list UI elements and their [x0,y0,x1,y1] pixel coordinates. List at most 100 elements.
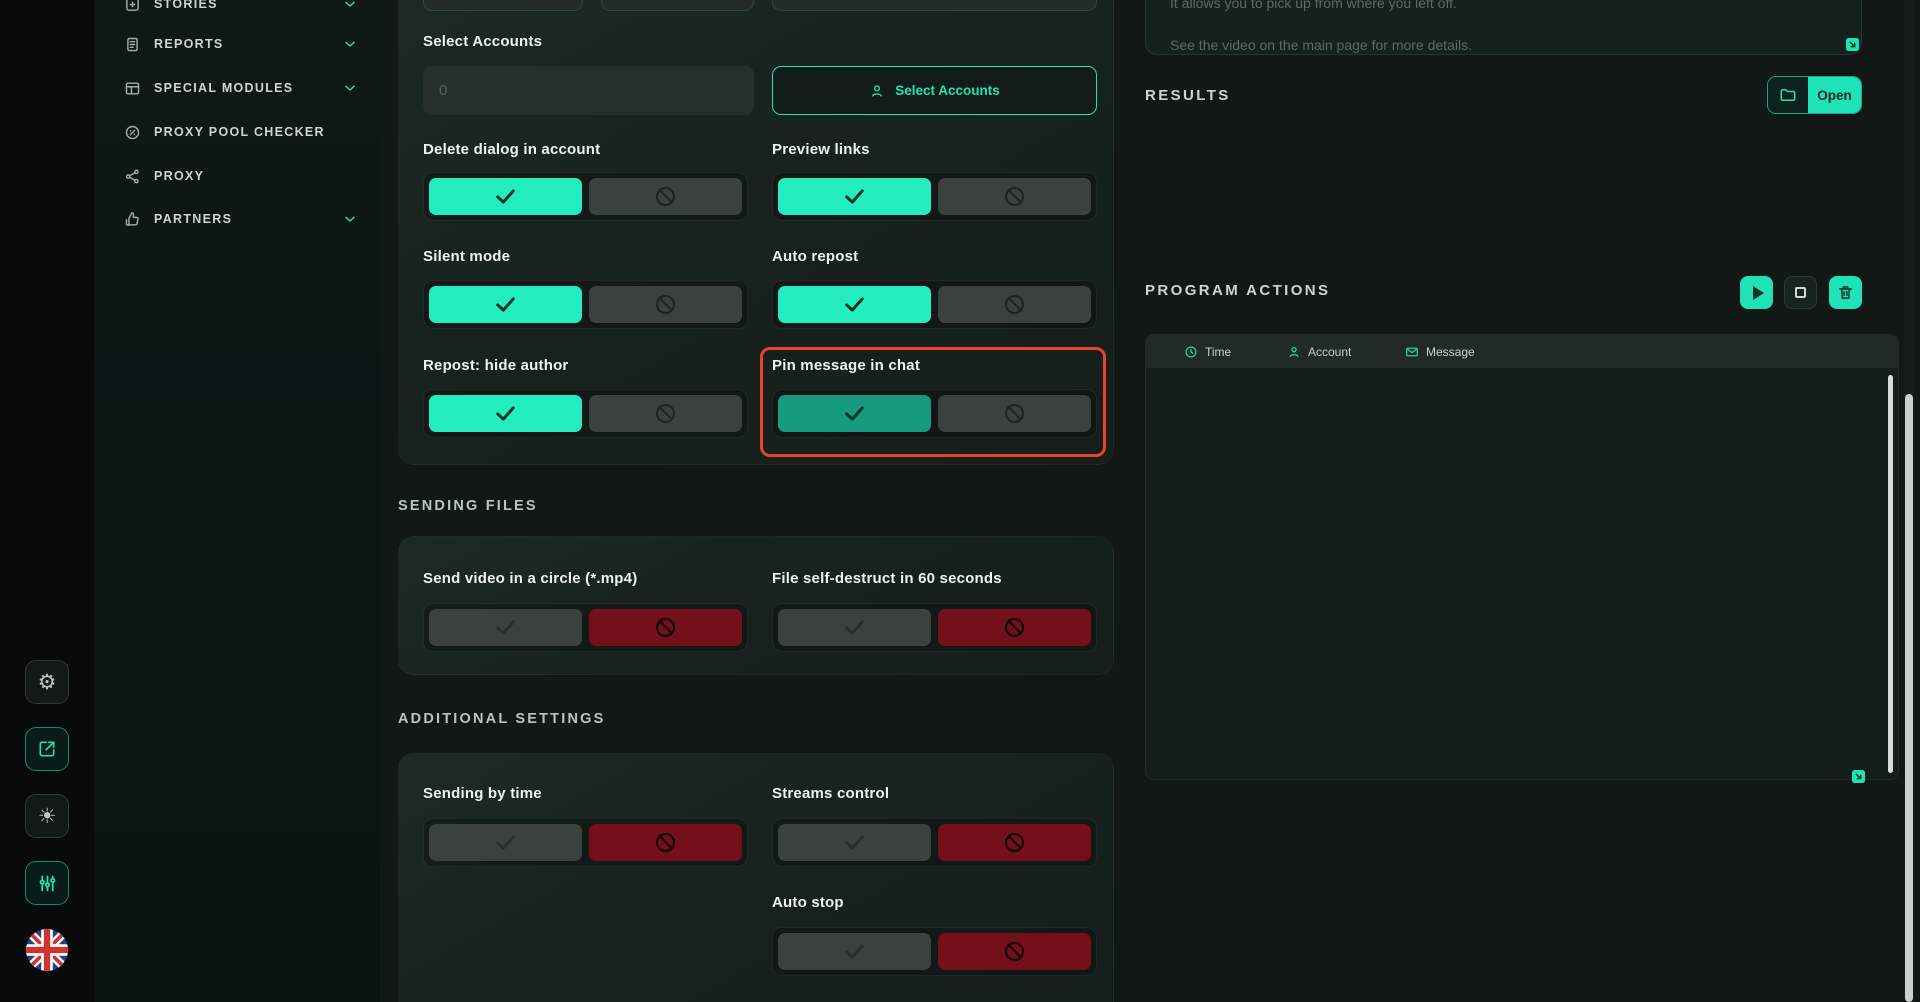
column-message[interactable]: Message [1405,335,1475,368]
toggle-on-button[interactable] [429,824,582,861]
table-scrollbar-thumb[interactable] [1888,375,1893,773]
toggle-on-button[interactable] [778,933,931,970]
resize-handle-icon[interactable] [1852,770,1865,783]
cut-input-field[interactable] [772,0,1097,11]
thumbs-up-icon [124,211,141,228]
toggle-on-button[interactable] [778,824,931,861]
sidebar-item-reports[interactable]: REPORTS [94,22,380,66]
select-accounts-button[interactable]: Select Accounts [772,66,1097,115]
gear-icon: ⚙ [38,672,57,693]
sidebar-item-proxy-pool-checker[interactable]: PROXY POOL CHECKER [94,110,380,154]
sun-icon: ☀ [38,806,57,827]
sidebar-item-proxy[interactable]: PROXY [94,154,380,198]
toggle-sending-by-time [423,818,748,867]
toggle-label: Silent mode [423,248,510,265]
additional-settings-card: Sending by time Streams control Auto sto… [398,753,1114,1002]
play-button[interactable] [1740,276,1773,309]
check-icon [842,618,867,637]
toggle-off-button[interactable] [589,178,742,215]
settings-gear-button[interactable]: ⚙ [25,660,69,704]
stories-icon [124,0,141,13]
chevron-down-icon [342,211,358,227]
toggle-pin-message-in-chat [772,389,1097,438]
prohibited-icon [1005,942,1024,961]
toggle-off-button[interactable] [938,286,1091,323]
sliders-icon [37,873,58,894]
toggle-file-self-destruct [772,603,1097,652]
brightness-button[interactable]: ☀ [25,794,69,838]
toggle-off-button[interactable] [938,395,1091,432]
check-icon [493,833,518,852]
toggle-label: Auto stop [772,894,844,911]
check-icon [842,942,867,961]
cut-input-field[interactable] [601,0,754,11]
accounts-count-input[interactable] [423,66,754,115]
toggle-label: Delete dialog in account [423,141,600,158]
toggle-on-button[interactable] [778,286,931,323]
external-link-icon [37,739,57,759]
info-text: It allows you to pick up from where you … [1170,0,1457,11]
uk-flag-icon [26,929,68,971]
external-link-button[interactable] [25,727,69,771]
check-icon [842,833,867,852]
additional-settings-title: ADDITIONAL SETTINGS [398,711,605,727]
column-account[interactable]: Account [1287,335,1351,368]
toggle-on-button[interactable] [429,609,582,646]
toggle-auto-repost [772,280,1097,329]
check-icon [493,404,518,423]
open-button-label: Open [1808,77,1861,113]
page-scrollbar-track[interactable] [1904,0,1914,1002]
reports-icon [124,36,141,53]
modules-grid-icon [124,80,141,97]
toggle-on-button[interactable] [778,395,931,432]
toggle-delete-dialog-in-account [423,172,748,221]
chevron-down-icon [342,36,358,52]
toggle-off-button[interactable] [589,395,742,432]
toggle-on-button[interactable] [429,178,582,215]
prohibited-icon [1005,187,1024,206]
sidebar-item-partners[interactable]: PARTNERS [94,197,380,241]
check-icon [493,187,518,206]
toggle-on-button[interactable] [429,395,582,432]
stop-button[interactable] [1784,276,1817,309]
prohibited-icon [656,404,675,423]
network-nodes-icon [124,168,141,185]
toggle-off-button[interactable] [589,609,742,646]
program-actions-table: Time Account Message [1145,334,1899,780]
sliders-button[interactable] [25,861,69,905]
prohibited-icon [656,618,675,637]
toggle-off-button[interactable] [938,933,1091,970]
page-scrollbar-thumb[interactable] [1905,394,1913,1002]
toggle-label: Preview links [772,141,870,158]
delete-button[interactable] [1829,276,1862,309]
toggle-off-button[interactable] [589,286,742,323]
clock-icon [1184,345,1198,359]
info-notes-card: It allows you to pick up from where you … [1145,0,1862,55]
open-results-button[interactable]: Open [1767,76,1862,114]
language-flag-button[interactable] [25,928,69,972]
toggle-on-button[interactable] [429,286,582,323]
sidebar-menu: STORIES REPORTS SPECIAL MODULES PROXY PO… [94,0,380,1002]
toggle-off-button[interactable] [938,824,1091,861]
resize-handle-icon[interactable] [1846,38,1859,51]
sidebar-item-label: PARTNERS [154,212,329,226]
toggle-on-button[interactable] [778,178,931,215]
person-icon [1287,345,1301,359]
toggle-off-button[interactable] [589,824,742,861]
column-time[interactable]: Time [1184,335,1231,368]
check-icon [842,187,867,206]
sidebar-item-label: PROXY POOL CHECKER [154,125,358,139]
sidebar-item-special-modules[interactable]: SPECIAL MODULES [94,66,380,110]
chevron-down-icon [342,0,358,12]
toggle-off-button[interactable] [938,178,1091,215]
toggle-label: Streams control [772,785,889,802]
trash-icon [1837,284,1854,301]
toggle-silent-mode [423,280,748,329]
toggle-label: File self-destruct in 60 seconds [772,570,1002,587]
prohibited-icon [1005,833,1024,852]
toggle-on-button[interactable] [778,609,931,646]
toggle-off-button[interactable] [938,609,1091,646]
play-icon [1753,286,1764,300]
cut-input-field[interactable] [423,0,583,11]
sidebar-item-label: SPECIAL MODULES [154,81,329,95]
